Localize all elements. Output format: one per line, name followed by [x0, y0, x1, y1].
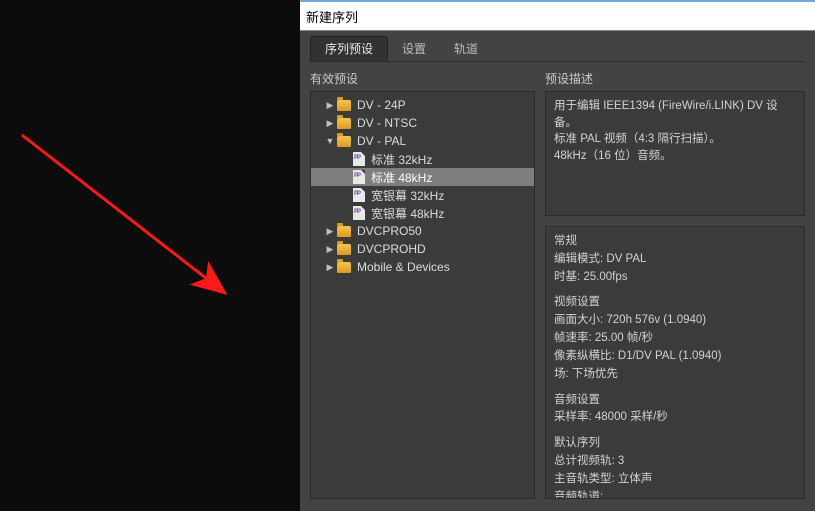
tree-folder[interactable]: ▶ DV - NTSC — [311, 114, 534, 132]
tab-1[interactable]: 设置 — [388, 37, 440, 61]
details-line: 采样率: 48000 采样/秒 — [554, 409, 796, 427]
details-header: 默认序列 — [554, 435, 796, 453]
details-line: 主音轨类型: 立体声 — [554, 471, 796, 489]
details-line: 总计视频轨: 3 — [554, 453, 796, 471]
desc-line: 48kHz（16 位）音频。 — [554, 148, 796, 165]
tree-item-label: Mobile & Devices — [357, 260, 450, 274]
desc-line: 标准 PAL 视频（4:3 隔行扫描）。 — [554, 131, 796, 148]
details-header: 音频设置 — [554, 392, 796, 410]
details-line: 时基: 25.00fps — [554, 269, 796, 287]
tree-item-label: 标准 48kHz — [371, 169, 432, 186]
preset-file-icon — [353, 206, 365, 220]
folder-icon — [337, 136, 351, 147]
tab-bar: 序列预设设置轨道 — [310, 39, 805, 62]
tree-item-label: DV - PAL — [357, 134, 406, 148]
details-line: 音频轨道: — [554, 489, 796, 499]
tree-item-label: 标准 32kHz — [371, 151, 432, 168]
chevron-right-icon: ▶ — [325, 118, 335, 129]
tree-folder[interactable]: ▶ DVCPRO50 — [311, 222, 534, 240]
preset-description-label: 预设描述 — [545, 70, 805, 87]
preset-tree[interactable]: ▶DV - 24P▶DV - NTSC▼DV - PAL▶标准 32kHz▶标准… — [310, 91, 535, 499]
tree-folder[interactable]: ▶ DVCPROHD — [311, 240, 534, 258]
desc-line: 用于编辑 IEEE1394 (FireWire/i.LINK) DV 设备。 — [554, 98, 796, 131]
details-header: 常规 — [554, 233, 796, 251]
folder-icon — [337, 262, 351, 273]
folder-icon — [337, 226, 351, 237]
tree-item-label: DVCPRO50 — [357, 224, 422, 238]
chevron-down-icon: ▼ — [325, 136, 335, 146]
tree-item-label: 宽银幕 32kHz — [371, 187, 444, 204]
chevron-right-icon: ▶ — [325, 226, 335, 237]
tree-item-label: DV - 24P — [357, 98, 406, 112]
details-line: 编辑模式: DV PAL — [554, 251, 796, 269]
details-line: 画面大小: 720h 576v (1.0940) — [554, 312, 796, 330]
tree-folder[interactable]: ▶ DV - 24P — [311, 96, 534, 114]
chevron-right-icon: ▶ — [325, 262, 335, 273]
chevron-right-icon: ▶ — [325, 244, 335, 255]
details-line: 场: 下场优先 — [554, 366, 796, 384]
details-line: 像素纵横比: D1/DV PAL (1.0940) — [554, 348, 796, 366]
tree-folder[interactable]: ▼ DV - PAL — [311, 132, 534, 150]
tree-item-label: 宽银幕 48kHz — [371, 205, 444, 222]
tab-0[interactable]: 序列预设 — [310, 36, 388, 61]
tab-2[interactable]: 轨道 — [440, 37, 492, 61]
preset-description-box: 用于编辑 IEEE1394 (FireWire/i.LINK) DV 设备。 标… — [545, 91, 805, 216]
tree-preset[interactable]: ▶宽银幕 48kHz — [311, 204, 534, 222]
available-presets-label: 有效预设 — [310, 70, 535, 87]
preset-details-box: 常规 编辑模式: DV PAL 时基: 25.00fps 视频设置 画面大小: … — [545, 226, 805, 499]
tree-preset[interactable]: ▶标准 48kHz — [311, 168, 534, 186]
details-header: 视频设置 — [554, 294, 796, 312]
new-sequence-dialog: 新建序列 序列预设设置轨道 有效预设 ▶ DV - 24P ▶ DV - NTSC ▼ D… — [300, 0, 815, 511]
folder-icon — [337, 100, 351, 111]
preset-file-icon — [353, 170, 365, 184]
tree-item-label: DV - NTSC — [357, 116, 417, 130]
details-line: 帧速率: 25.00 帧/秒 — [554, 330, 796, 348]
folder-icon — [337, 118, 351, 129]
tree-preset[interactable]: ▶标准 32kHz — [311, 150, 534, 168]
tree-item-label: DVCPROHD — [357, 242, 426, 256]
chevron-right-icon: ▶ — [325, 100, 335, 111]
dialog-title: 新建序列 — [306, 7, 358, 26]
preset-file-icon — [353, 152, 365, 166]
preset-file-icon — [353, 188, 365, 202]
folder-icon — [337, 244, 351, 255]
dialog-titlebar[interactable]: 新建序列 — [300, 2, 815, 31]
tree-folder[interactable]: ▶ Mobile & Devices — [311, 258, 534, 276]
tree-preset[interactable]: ▶宽银幕 32kHz — [311, 186, 534, 204]
